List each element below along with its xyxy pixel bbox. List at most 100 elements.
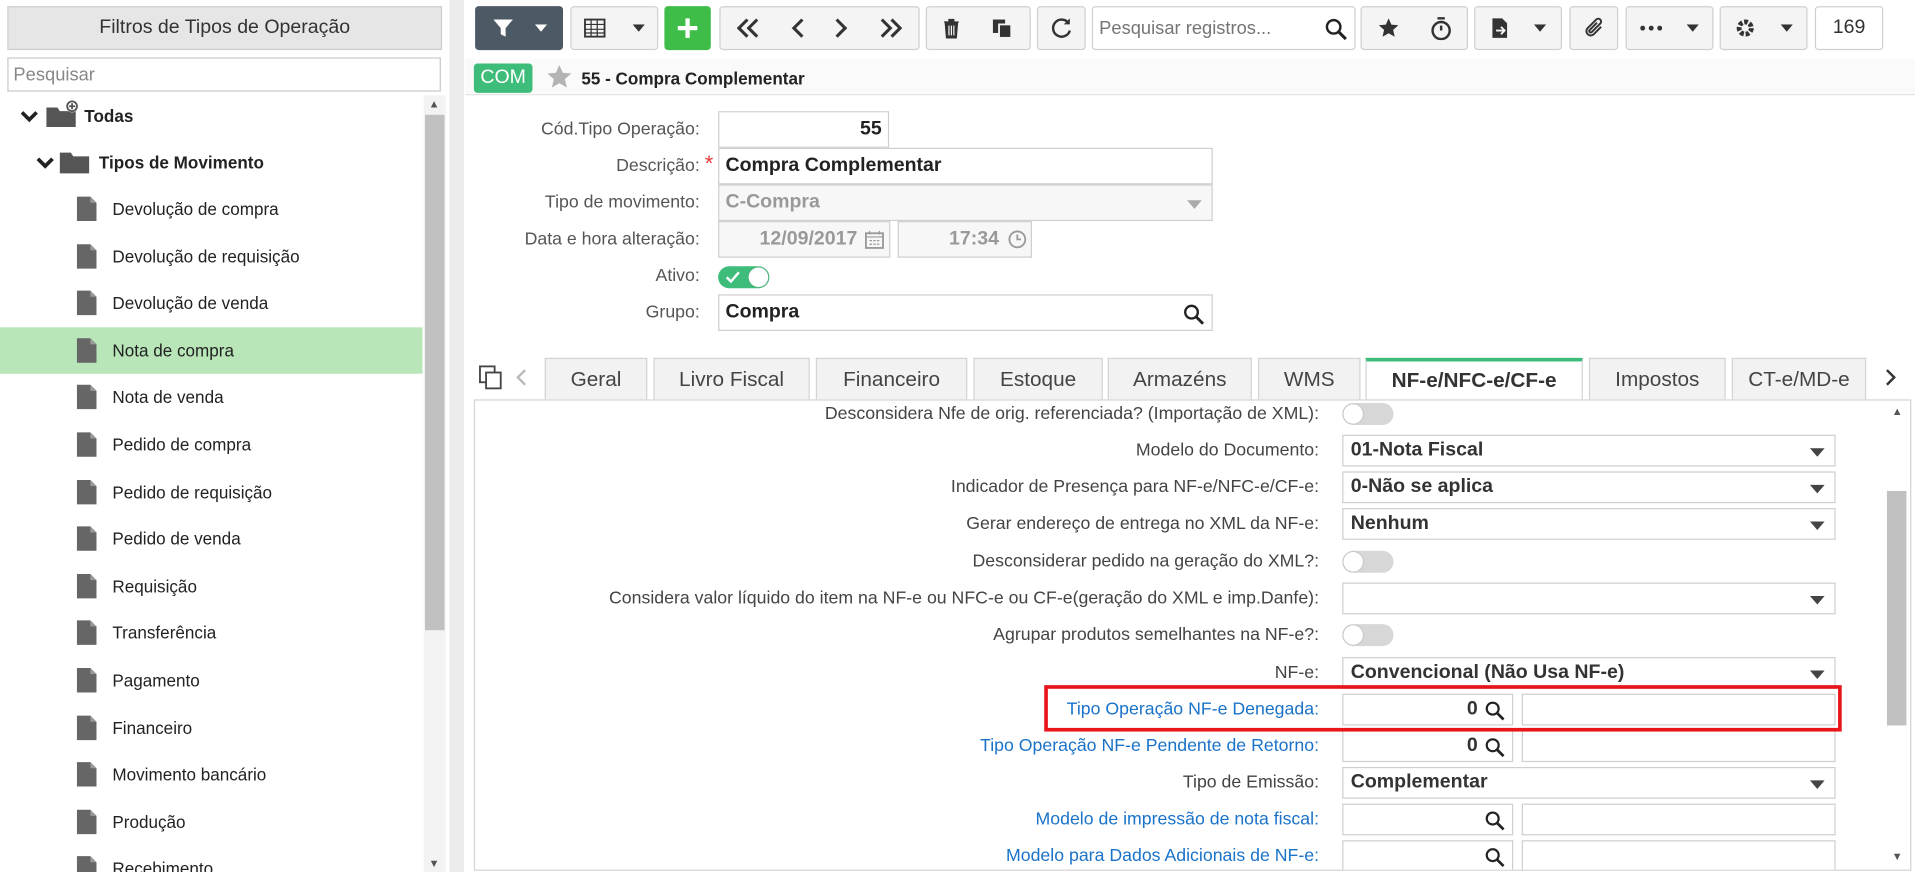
agrupar-produtos-toggle[interactable] <box>1342 624 1394 647</box>
tab-item[interactable]: Impostos <box>1588 357 1726 400</box>
tree-item[interactable]: Devolução de compra <box>0 186 423 232</box>
record-search-input[interactable] <box>1099 17 1320 39</box>
tree-item-label: Devolução de requisição <box>112 246 300 266</box>
modelo-dados-field[interactable] <box>1342 840 1514 870</box>
tab-item[interactable]: NF-e/NFC-e/CF-e <box>1365 357 1583 400</box>
scroll-up-icon[interactable]: ▲ <box>429 98 440 110</box>
filter-search-input[interactable] <box>7 57 441 92</box>
tab-item[interactable]: Armazéns <box>1107 357 1252 400</box>
first-record-icon[interactable] <box>736 17 760 39</box>
tab-item[interactable]: Estoque <box>973 357 1103 400</box>
desconsiderar-pedido-toggle[interactable] <box>1342 550 1394 573</box>
document-icon <box>76 243 97 269</box>
next-record-icon[interactable] <box>834 17 849 39</box>
tree-item[interactable]: Devolução de requisição <box>0 233 423 279</box>
ativo-toggle[interactable] <box>718 266 770 289</box>
tree-item[interactable]: Recebimento <box>0 846 423 872</box>
star-icon[interactable] <box>1377 17 1399 39</box>
tree-node-todas[interactable]: Todas <box>0 93 423 139</box>
refresh-button[interactable] <box>1036 6 1086 51</box>
tree-item-label: Movimento bancário <box>112 764 267 785</box>
previous-record-icon[interactable] <box>790 17 805 39</box>
tree-scrollbar[interactable]: ▲ ▼ <box>423 95 446 872</box>
settings-button[interactable] <box>1719 6 1808 51</box>
scroll-up-icon[interactable]: ▲ <box>1892 405 1903 417</box>
cod-field[interactable]: 55 <box>718 111 890 148</box>
tipo-emissao-select[interactable]: Complementar <box>1342 766 1836 799</box>
tree-item-label: Nota de compra <box>112 340 235 361</box>
tree-item[interactable]: Pedido de compra <box>0 421 423 467</box>
tree-item[interactable]: Produção <box>0 798 423 844</box>
chevron-down-icon[interactable] <box>36 154 54 171</box>
add-button[interactable] <box>664 6 711 51</box>
tab-item[interactable]: WMS <box>1257 357 1361 400</box>
tree-item[interactable]: Movimento bancário <box>0 751 423 797</box>
record-search[interactable] <box>1091 6 1356 51</box>
filter-button[interactable] <box>475 6 564 51</box>
copy-icon[interactable] <box>992 18 1014 39</box>
tab-item[interactable]: Geral <box>544 357 648 400</box>
modelo-dados-label[interactable]: Modelo para Dados Adicionais de NF-e: <box>1006 846 1319 866</box>
tree-item[interactable]: Pagamento <box>0 657 423 703</box>
search-icon[interactable] <box>1485 848 1505 868</box>
last-record-icon[interactable] <box>879 17 903 39</box>
grid-view-button[interactable] <box>570 6 659 51</box>
calendar-icon[interactable] <box>864 230 885 250</box>
operation-badge: COM <box>473 63 533 93</box>
tree-item[interactable]: Pedido de venda <box>0 516 423 562</box>
modelo-impressao-field[interactable] <box>1342 803 1514 836</box>
tab-scroll-right-icon[interactable] <box>1883 368 1898 388</box>
desconsidera-nfe-toggle[interactable] <box>1342 403 1394 426</box>
indicador-presenca-select[interactable]: 0-Não se aplica <box>1342 471 1836 504</box>
highlight-box <box>1044 685 1842 732</box>
search-icon[interactable] <box>1485 811 1505 831</box>
tipo-op-pendente-label[interactable]: Tipo Operação NF-e Pendente de Retorno: <box>980 736 1319 756</box>
tree-node-tipos-movimento[interactable]: Tipos de Movimento <box>0 139 423 185</box>
tab-item[interactable]: Livro Fiscal <box>653 357 810 400</box>
favorite-star-icon[interactable] <box>546 64 573 91</box>
panel-divider[interactable] <box>449 0 465 872</box>
attachment-button[interactable] <box>1569 6 1619 51</box>
tree-item[interactable]: Nota de compra <box>0 327 423 374</box>
export-button[interactable] <box>1474 6 1563 51</box>
document-icon <box>76 526 97 552</box>
grupo-field[interactable]: Compra <box>718 294 1213 331</box>
scroll-down-icon[interactable]: ▼ <box>429 857 440 869</box>
tree-item[interactable]: Financeiro <box>0 704 423 750</box>
modelo-doc-select[interactable]: 01-Nota Fiscal <box>1342 434 1836 467</box>
tipo-op-pendente-field[interactable]: 0 <box>1342 730 1514 763</box>
modelo-impressao-label[interactable]: Modelo de impressão de nota fiscal: <box>1035 810 1319 830</box>
scroll-thumb[interactable] <box>1886 490 1907 726</box>
search-icon[interactable] <box>1183 304 1205 325</box>
nfe-select[interactable]: Convencional (Não Usa NF-e) <box>1342 657 1836 689</box>
valor-liquido-select[interactable] <box>1342 582 1836 615</box>
tab-item[interactable]: Financeiro <box>815 357 968 400</box>
caret-down-icon <box>1809 521 1825 531</box>
valor-liquido-label: Considera valor líquido do item na NF-e … <box>609 588 1320 609</box>
tab-scroll-left-icon[interactable] <box>514 368 529 388</box>
tree-item-label: Nota de venda <box>112 387 224 408</box>
search-icon[interactable] <box>1485 738 1505 758</box>
copy-tabs-icon[interactable] <box>479 365 503 390</box>
scroll-down-icon[interactable]: ▼ <box>1892 850 1903 862</box>
tab-item[interactable]: CT-e/MD-e <box>1731 357 1867 400</box>
descricao-field[interactable]: Compra Complementar <box>718 147 1213 185</box>
scroll-thumb[interactable] <box>425 114 445 631</box>
tree-item[interactable]: Devolução de venda <box>0 280 423 326</box>
tree-item[interactable]: Transferência <box>0 610 423 656</box>
tree-item[interactable]: Requisição <box>0 563 423 609</box>
chevron-down-icon[interactable] <box>20 107 38 124</box>
indicador-presenca-value: 0-Não se aplica <box>1350 476 1494 498</box>
tree-item[interactable]: Pedido de requisição <box>0 468 423 514</box>
folder-icon <box>59 152 90 174</box>
more-button[interactable] <box>1625 6 1714 51</box>
endereco-entrega-select[interactable]: Nenhum <box>1342 508 1836 540</box>
panel-scrollbar[interactable]: ▲ ▼ <box>1886 403 1908 867</box>
nav-buttons <box>719 6 920 51</box>
stopwatch-icon[interactable] <box>1430 16 1452 41</box>
trash-icon[interactable] <box>943 18 960 39</box>
refresh-icon <box>1051 18 1072 38</box>
clock-icon[interactable] <box>1008 230 1028 250</box>
tree-item[interactable]: Nota de venda <box>0 374 423 420</box>
search-icon[interactable] <box>1325 18 1347 41</box>
